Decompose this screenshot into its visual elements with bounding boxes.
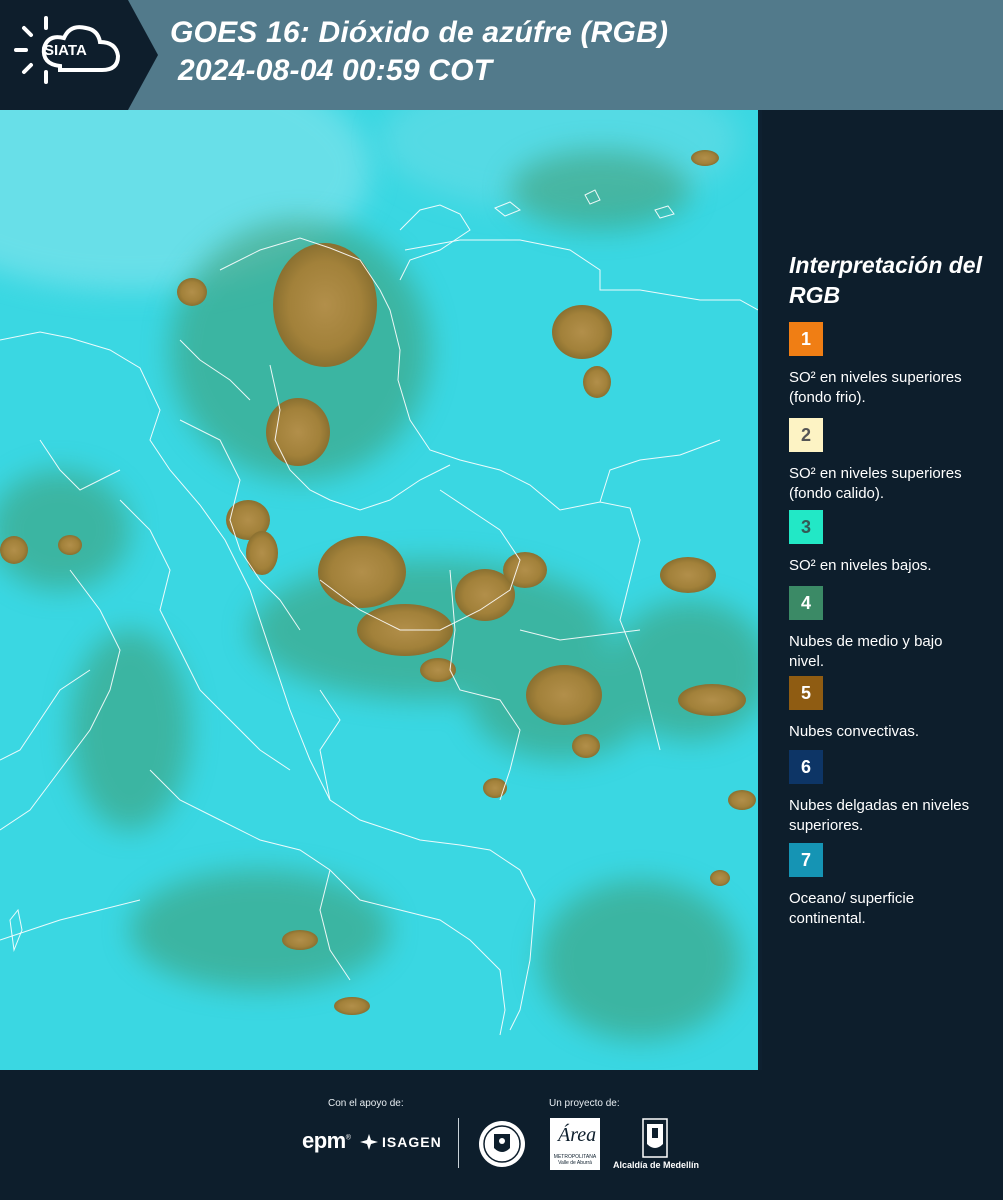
legend-item-3: 3 SO² en niveles bajos. xyxy=(789,510,989,576)
project-label: Un proyecto de: xyxy=(549,1098,620,1109)
isagen-star-icon xyxy=(360,1134,378,1150)
legend-item-5: 5 Nubes convectivas. xyxy=(789,676,989,742)
legend-description: Nubes delgadas en niveles superiores. xyxy=(789,797,970,834)
sulfur-dioxide-rgb-image xyxy=(0,110,758,1070)
area-subtitle: METROPOLITANA Valle de Aburrá xyxy=(553,1154,597,1166)
legend-swatch: 1 xyxy=(789,322,823,356)
area-word: Área xyxy=(558,1124,597,1146)
legend-item-6: 6 Nubes delgadas en niveles superiores. xyxy=(789,750,989,836)
legend-swatch: 3 xyxy=(789,510,823,544)
legend-swatch: 7 xyxy=(789,843,823,877)
legend-description: Nubes convectivas. xyxy=(789,723,920,740)
support-label: Con el apoyo de: xyxy=(328,1098,404,1109)
isagen-text: ISAGEN xyxy=(382,1134,442,1150)
area-metropolitana-logo: Área METROPOLITANA Valle de Aburrá xyxy=(550,1118,600,1170)
legend-item-2: 2 SO² en niveles superiores (fondo calid… xyxy=(789,418,989,504)
epm-text: epm xyxy=(302,1128,346,1153)
legend-item-1: 1 SO² en niveles superiores (fondo frio)… xyxy=(789,322,989,408)
footer: Con el apoyo de: Un proyecto de: epm® IS… xyxy=(0,1070,1003,1200)
header-bar: SIATA GOES 16: Dióxido de azúfre (RGB) 2… xyxy=(0,0,1003,110)
legend-description: SO² en niveles bajos. xyxy=(789,557,932,574)
legend-swatch: 6 xyxy=(789,750,823,784)
page-title: GOES 16: Dióxido de azúfre (RGB) xyxy=(170,16,669,49)
legend-description: Oceano/ superficie continental. xyxy=(789,890,915,927)
legend-swatch: 4 xyxy=(789,586,823,620)
legend-description: Nubes de medio y bajo nivel. xyxy=(789,633,943,670)
legend-description: SO² en niveles superiores (fondo frio). xyxy=(789,369,962,406)
isagen-logo: ISAGEN xyxy=(360,1134,442,1150)
alcaldia-label: Alcaldía de Medellín xyxy=(613,1160,700,1170)
footer-divider xyxy=(458,1118,459,1168)
page-timestamp: 2024-08-04 00:59 COT xyxy=(178,54,493,87)
siata-logo: SIATA xyxy=(0,0,158,110)
satellite-map xyxy=(0,110,758,1070)
legend-description: SO² en niveles superiores (fondo calido)… xyxy=(789,465,962,502)
legend-swatch: 2 xyxy=(789,418,823,452)
medellin-seal-icon xyxy=(479,1121,525,1167)
legend-item-4: 4 Nubes de medio y bajo nivel. xyxy=(789,586,989,672)
legend-title: Interpretación del RGB xyxy=(789,252,982,308)
logo-text: SIATA xyxy=(44,42,87,59)
legend-swatch: 5 xyxy=(789,676,823,710)
map-edge xyxy=(758,110,762,1070)
alcaldia-shield-icon xyxy=(642,1118,668,1158)
epm-logo: epm® xyxy=(302,1128,351,1153)
legend-item-7: 7 Oceano/ superficie continental. xyxy=(789,843,989,929)
